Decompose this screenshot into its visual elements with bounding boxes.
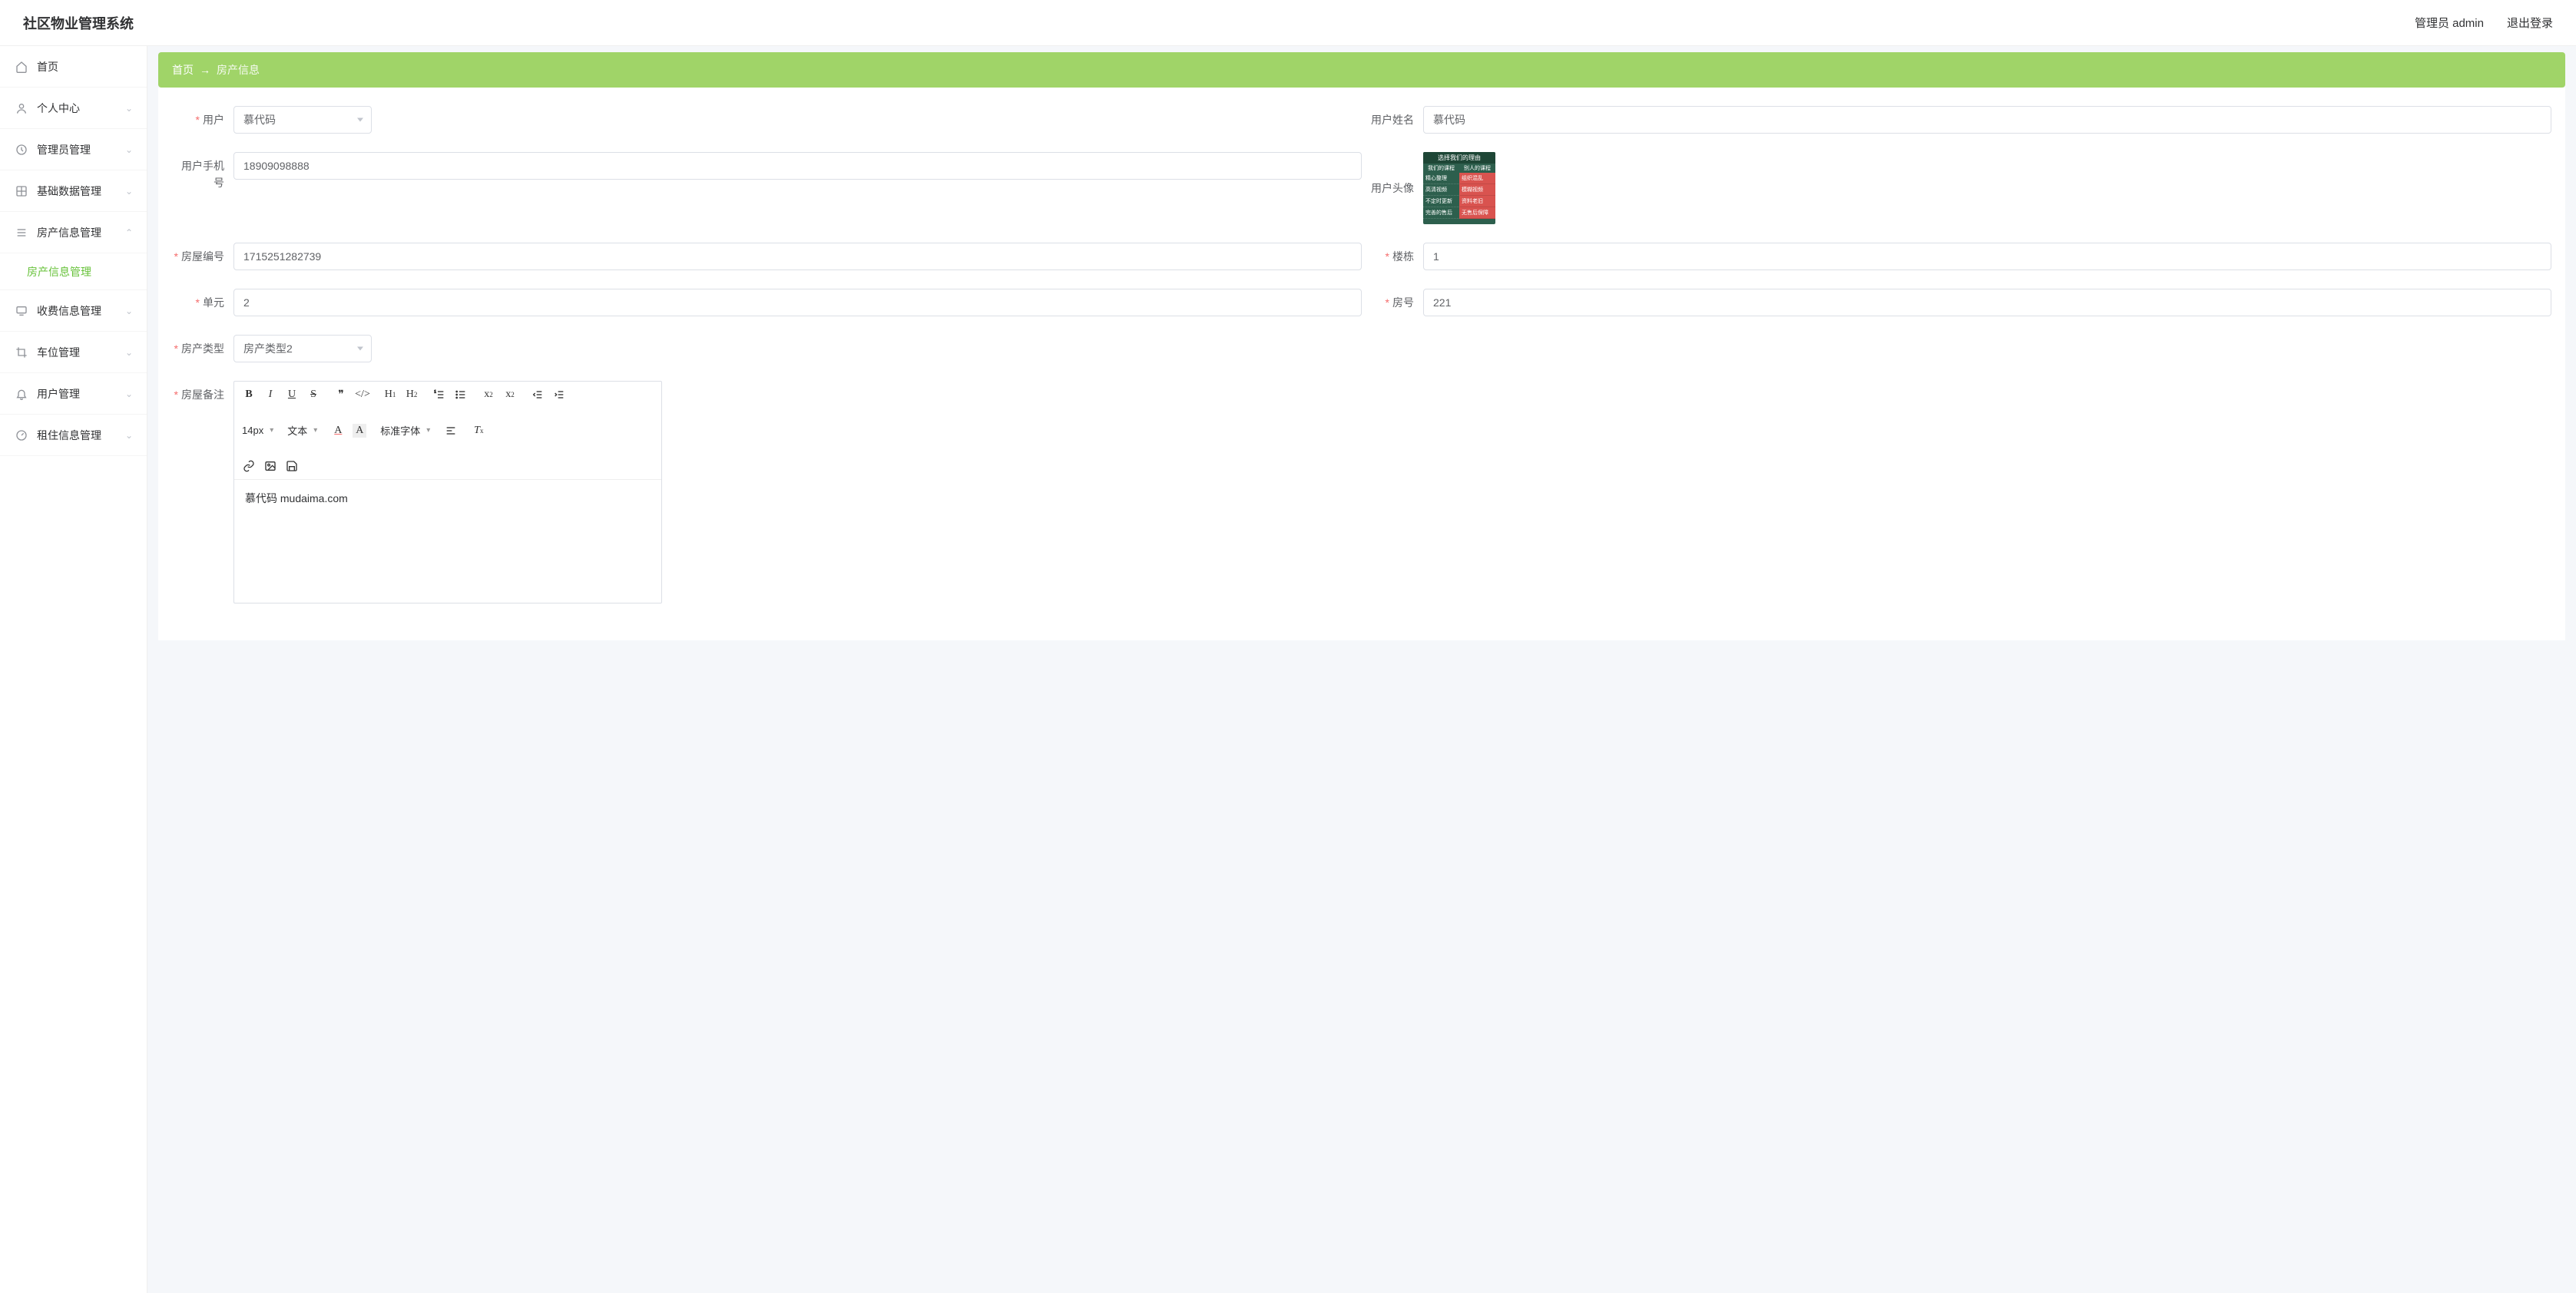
user-label: 用户 bbox=[172, 106, 233, 134]
image-button[interactable] bbox=[263, 459, 277, 473]
type-select[interactable]: 房产类型2 bbox=[233, 335, 372, 362]
quote-button[interactable]: ❞ bbox=[334, 388, 348, 402]
h2-button[interactable]: H2 bbox=[405, 388, 419, 402]
monitor-icon bbox=[15, 305, 28, 317]
type-label: 房产类型 bbox=[172, 335, 233, 362]
code-button[interactable]: </> bbox=[356, 388, 369, 402]
sidebar-subitem-property[interactable]: 房产信息管理 bbox=[0, 253, 147, 290]
svg-text:1: 1 bbox=[434, 390, 436, 394]
sidebar-item-admin[interactable]: 管理员管理 ⌄ bbox=[0, 129, 147, 170]
editor-toolbar: B I U S ❞ </> H1 bbox=[234, 382, 661, 480]
editor-content[interactable]: 慕代码 mudaima.com bbox=[234, 480, 661, 603]
building-label: 楼栋 bbox=[1362, 243, 1423, 270]
chevron-down-icon: ⌄ bbox=[125, 144, 133, 155]
user-select[interactable]: 慕代码 bbox=[233, 106, 372, 134]
avatar-image[interactable]: 选择我们的理由 我们的课程别人的课程 精心整理组织混乱 高清视频模糊视频 不定时… bbox=[1423, 152, 1495, 224]
admin-label[interactable]: 管理员 admin bbox=[2415, 15, 2484, 31]
sidebar-item-personal[interactable]: 个人中心 ⌄ bbox=[0, 88, 147, 129]
size-select[interactable]: 14px bbox=[242, 425, 273, 436]
user-icon bbox=[15, 102, 28, 114]
font-select[interactable]: 标准字体 bbox=[380, 423, 430, 438]
subscript-button[interactable]: x2 bbox=[482, 388, 495, 402]
italic-button[interactable]: I bbox=[263, 388, 277, 402]
sidebar-item-label: 租住信息管理 bbox=[37, 428, 101, 443]
breadcrumb-current: 房产信息 bbox=[217, 62, 260, 78]
username-input[interactable] bbox=[1423, 106, 2551, 134]
color-button[interactable]: A bbox=[331, 424, 345, 438]
sidebar-item-label: 收费信息管理 bbox=[37, 303, 101, 319]
dashboard-icon bbox=[15, 429, 28, 441]
bold-button[interactable]: B bbox=[242, 388, 256, 402]
avatar-label: 用户头像 bbox=[1362, 152, 1423, 224]
breadcrumb: 首页 → 房产信息 bbox=[158, 52, 2565, 88]
grid-icon bbox=[15, 185, 28, 197]
user-select-value: 慕代码 bbox=[243, 112, 276, 127]
remark-label: 房屋备注 bbox=[172, 381, 233, 408]
main-content: 首页 → 房产信息 用户 慕代码 用户姓名 bbox=[147, 46, 2576, 1293]
sidebar-item-user[interactable]: 用户管理 ⌄ bbox=[0, 373, 147, 415]
avatar-card-title: 选择我们的理由 bbox=[1423, 152, 1495, 164]
chevron-down-icon: ⌄ bbox=[125, 186, 133, 197]
unit-label: 单元 bbox=[172, 289, 233, 316]
phone-input[interactable] bbox=[233, 152, 1362, 180]
indent-button[interactable] bbox=[552, 388, 566, 402]
superscript-button[interactable]: x2 bbox=[503, 388, 517, 402]
sidebar: 首页 个人中心 ⌄ 管理员管理 ⌄ 基础数据管理 ⌄ 房产信息管理 ⌃ 房产信息… bbox=[0, 46, 147, 1293]
list-icon bbox=[15, 227, 28, 239]
sidebar-item-property[interactable]: 房产信息管理 ⌃ bbox=[0, 212, 147, 253]
chevron-down-icon: ⌄ bbox=[125, 103, 133, 114]
house-no-label: 房屋编号 bbox=[172, 243, 233, 270]
sidebar-subitem-label: 房产信息管理 bbox=[27, 264, 91, 279]
sidebar-item-rent[interactable]: 租住信息管理 ⌄ bbox=[0, 415, 147, 456]
clock-icon bbox=[15, 144, 28, 156]
strike-button[interactable]: S bbox=[306, 388, 320, 402]
sidebar-item-parking[interactable]: 车位管理 ⌄ bbox=[0, 332, 147, 373]
chevron-down-icon: ⌄ bbox=[125, 389, 133, 399]
chevron-down-icon: ⌄ bbox=[125, 430, 133, 441]
phone-label: 用户手机号 bbox=[172, 152, 233, 191]
form-card: 用户 慕代码 用户姓名 用户手机号 用户头像 bbox=[158, 88, 2565, 640]
crop-icon bbox=[15, 346, 28, 359]
bgcolor-button[interactable]: A bbox=[353, 424, 366, 438]
sidebar-item-home[interactable]: 首页 bbox=[0, 46, 147, 88]
building-input[interactable] bbox=[1423, 243, 2551, 270]
save-button[interactable] bbox=[285, 459, 299, 473]
house-no-input[interactable] bbox=[233, 243, 1362, 270]
breadcrumb-home[interactable]: 首页 bbox=[172, 62, 194, 78]
chevron-down-icon: ⌄ bbox=[125, 306, 133, 316]
arrow-right-icon: → bbox=[200, 64, 210, 76]
username-label: 用户姓名 bbox=[1362, 106, 1423, 134]
home-icon bbox=[15, 61, 28, 73]
unit-input[interactable] bbox=[233, 289, 1362, 316]
room-input[interactable] bbox=[1423, 289, 2551, 316]
sidebar-item-label: 首页 bbox=[37, 59, 58, 74]
bell-icon bbox=[15, 388, 28, 400]
rich-editor: B I U S ❞ </> H1 bbox=[233, 381, 662, 604]
h1-button[interactable]: H1 bbox=[383, 388, 397, 402]
header-right: 管理员 admin 退出登录 bbox=[2415, 15, 2553, 31]
link-button[interactable] bbox=[242, 459, 256, 473]
sidebar-item-label: 房产信息管理 bbox=[37, 225, 101, 240]
sidebar-item-label: 用户管理 bbox=[37, 386, 80, 402]
ol-button[interactable]: 1 bbox=[432, 388, 446, 402]
logout-button[interactable]: 退出登录 bbox=[2507, 15, 2553, 31]
sidebar-item-basedata[interactable]: 基础数据管理 ⌄ bbox=[0, 170, 147, 212]
sidebar-item-label: 基础数据管理 bbox=[37, 184, 101, 199]
outdent-button[interactable] bbox=[531, 388, 545, 402]
chevron-down-icon: ⌄ bbox=[125, 347, 133, 358]
clear-format-button[interactable]: Tx bbox=[472, 424, 485, 438]
app-title: 社区物业管理系统 bbox=[23, 13, 134, 33]
align-button[interactable] bbox=[444, 424, 458, 438]
block-select[interactable]: 文本 bbox=[287, 423, 317, 438]
type-select-value: 房产类型2 bbox=[243, 341, 293, 356]
chevron-up-icon: ⌃ bbox=[125, 227, 133, 238]
ul-button[interactable] bbox=[454, 388, 468, 402]
underline-button[interactable]: U bbox=[285, 388, 299, 402]
sidebar-item-label: 车位管理 bbox=[37, 345, 80, 360]
sidebar-item-label: 管理员管理 bbox=[37, 142, 91, 157]
app-header: 社区物业管理系统 管理员 admin 退出登录 bbox=[0, 0, 2576, 46]
sidebar-item-fee[interactable]: 收费信息管理 ⌄ bbox=[0, 290, 147, 332]
room-label: 房号 bbox=[1362, 289, 1423, 316]
sidebar-item-label: 个人中心 bbox=[37, 101, 80, 116]
